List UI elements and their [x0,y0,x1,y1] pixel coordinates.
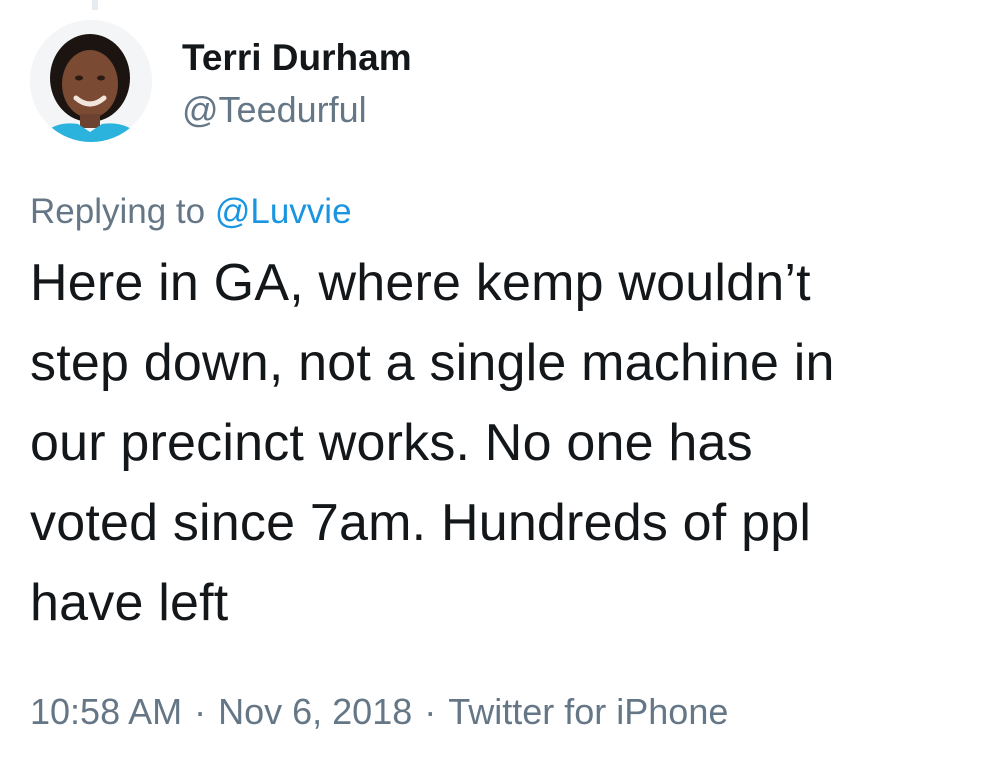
tweet-text-line: Here in GA, where kemp wouldn’t [30,254,811,312]
meta-separator: · [194,691,207,732]
reply-prefix: Replying to [30,192,206,231]
tweet-text-line: our precinct works. No one has [30,414,753,472]
thread-line [92,0,98,10]
author-handle[interactable]: @Teedurful [182,88,367,132]
reply-mention-link[interactable]: @Luvvie [215,192,352,231]
meta-separator: · [424,691,437,732]
tweet-meta: 10:58 AM · Nov 6, 2018 · Twitter for iPhone [30,690,728,734]
tweet-text-line: step down, not a single machine in [30,334,835,392]
tweet-text: Here in GA, where kemp wouldn’t step dow… [30,243,1000,643]
tweet-date[interactable]: Nov 6, 2018 [218,691,412,732]
tweet-time[interactable]: 10:58 AM [30,691,182,732]
tweet-source[interactable]: Twitter for iPhone [448,691,728,732]
profile-photo-icon [30,20,152,142]
author-display-name[interactable]: Terri Durham [182,36,412,80]
reply-context: Replying to @Luvvie [30,190,352,234]
tweet-text-line: voted since 7am. Hundreds of ppl [30,494,812,552]
tweet-text-line: have left [30,574,229,632]
tweet-card: Terri Durham @Teedurful Replying to @Luv… [0,0,1007,770]
avatar[interactable] [30,20,152,142]
